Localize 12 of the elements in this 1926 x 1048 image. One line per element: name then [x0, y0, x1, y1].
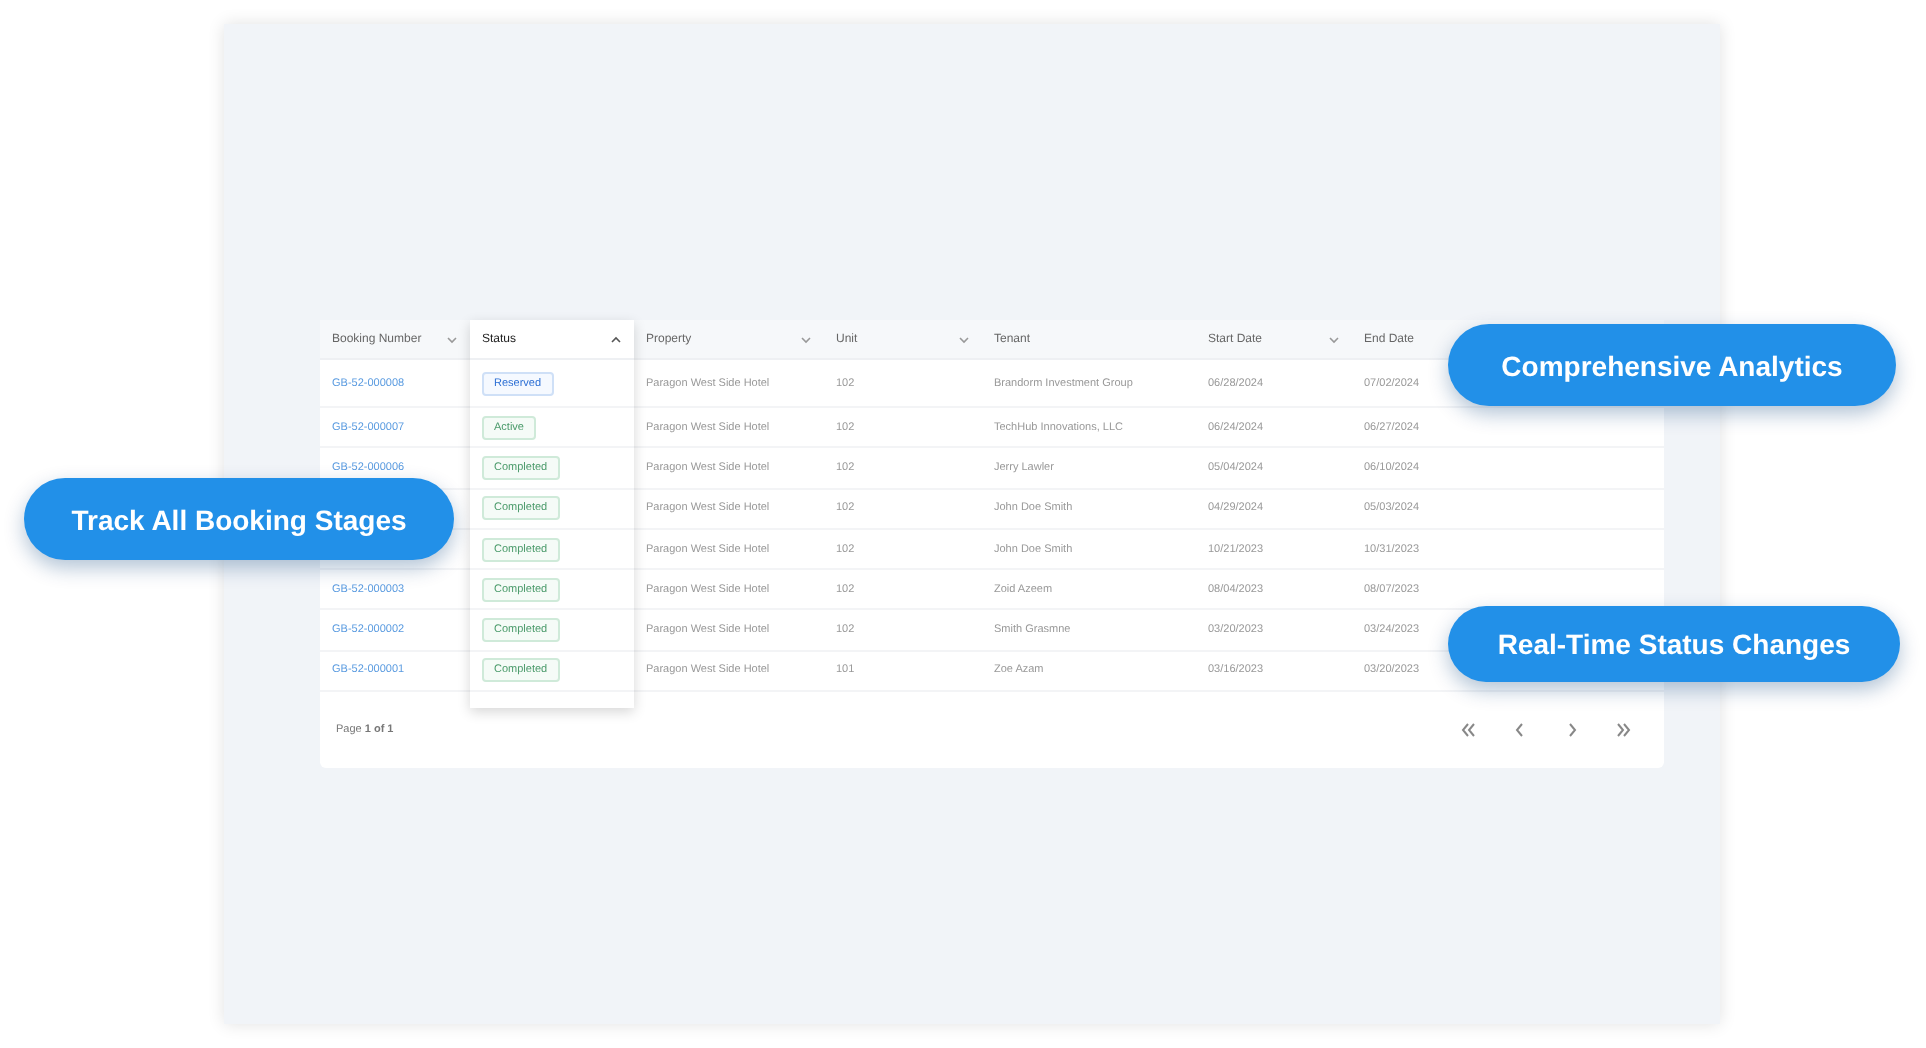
caret-down-icon[interactable]	[446, 335, 458, 343]
feature-callout: Comprehensive Analytics	[1448, 324, 1896, 406]
previous-page-icon[interactable]	[1512, 722, 1528, 739]
caret-down-icon[interactable]	[1328, 335, 1340, 343]
last-page-icon[interactable]	[1616, 722, 1632, 739]
next-page-icon[interactable]	[1564, 722, 1580, 739]
feature-callout: Track All Booking Stages	[24, 478, 454, 560]
first-page-icon[interactable]	[1460, 722, 1476, 739]
caret-down-icon[interactable]	[958, 335, 970, 343]
feature-callout: Real-Time Status Changes	[1448, 606, 1900, 682]
caret-up-icon[interactable]	[610, 335, 622, 343]
caret-down-icon[interactable]	[800, 335, 812, 343]
